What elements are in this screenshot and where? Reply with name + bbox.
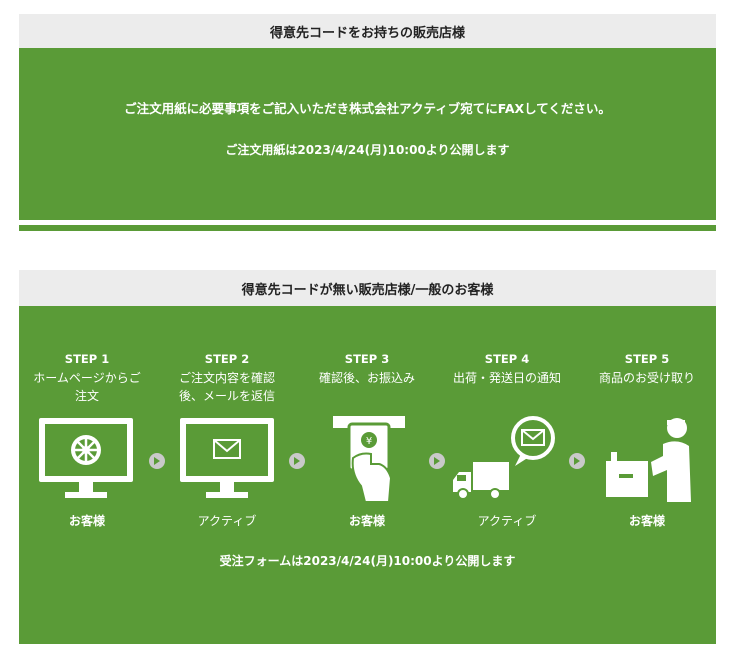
monitor-wheel-icon — [39, 418, 133, 498]
step1-label: STEP 1 — [64, 352, 110, 366]
step4-who: アクティブ — [477, 514, 537, 528]
step5-who: お客様 — [628, 514, 665, 528]
step2-who: アクティブ — [197, 514, 257, 528]
step-arrow-icon — [149, 453, 165, 469]
step-arrow-icon — [569, 453, 585, 469]
step1-who: お客様 — [68, 514, 105, 528]
step-arrow-icon — [289, 453, 305, 469]
step5-label: STEP 5 — [624, 352, 670, 366]
step4-label: STEP 4 — [484, 352, 530, 366]
step-arrow-icon — [429, 453, 445, 469]
step3-who: お客様 — [348, 514, 385, 528]
order-form-publish-note: ご注文用紙は2023/4/24(月)10:00より公開します — [225, 143, 510, 157]
order-webform-publish-note: 受注フォームは2023/4/24(月)10:00より公開します — [219, 554, 516, 568]
section1-panel: ご注文用紙に必要事項をご記入いただき株式会社アクティブ宛てにFAXしてください。… — [19, 48, 716, 220]
person-package-icon — [604, 418, 691, 502]
monitor-mail-icon — [180, 418, 274, 498]
step3-desc: 確認後、お振込み — [318, 371, 415, 385]
atm-card-icon: ¥ — [333, 416, 405, 503]
svg-text:¥: ¥ — [366, 436, 372, 447]
step5-desc: 商品のお受け取り — [598, 371, 695, 385]
section2-header: 得意先コードが無い販売店様/一般のお客様 — [19, 270, 716, 306]
section1-divider-bar — [19, 225, 716, 231]
truck-mail-icon — [453, 416, 555, 500]
step1-desc: ホームページからご注文 — [33, 371, 141, 403]
section1-header: 得意先コードをお持ちの販売店様 — [19, 14, 716, 48]
step2-desc: ご注文内容を確認後、メールを返信 — [178, 371, 275, 403]
step3-label: STEP 3 — [344, 352, 390, 366]
fax-instruction: ご注文用紙に必要事項をご記入いただき株式会社アクティブ宛てにFAXしてください。 — [124, 101, 611, 116]
section2-panel: STEP 1 ホームページからご注文 お客様 STEP 2 ご注文内容を確認後、… — [19, 306, 716, 644]
step2-label: STEP 2 — [204, 352, 250, 366]
step4-desc: 出荷・発送日の通知 — [452, 371, 561, 385]
